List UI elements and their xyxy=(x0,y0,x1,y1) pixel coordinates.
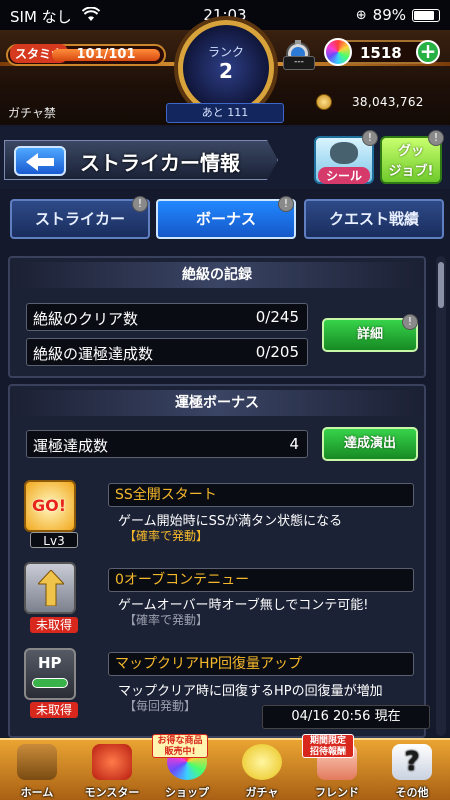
tab-quest-record[interactable]: クエスト戦績 xyxy=(304,199,444,239)
seal-character-icon xyxy=(330,142,358,164)
bonus-trigger-note: 【毎回発動】 xyxy=(124,699,197,713)
battery-icon xyxy=(412,8,440,22)
nav-other[interactable]: ? その他 xyxy=(375,740,449,800)
bonus-level: Lv3 xyxy=(30,532,78,548)
buy-orb-button[interactable]: + xyxy=(416,40,440,64)
stamina-value: 101/101 xyxy=(76,47,136,62)
nav-gacha[interactable]: ガチャ xyxy=(225,740,299,800)
rank-value: 2 xyxy=(219,59,233,83)
goods-label-2: ジョブ! xyxy=(388,164,434,179)
achievement-effect-button[interactable]: 達成演出 xyxy=(322,427,418,461)
other-icon: ? xyxy=(392,744,432,780)
unkyoku-count-value: 4 xyxy=(289,435,299,453)
nav-label: フレンド xyxy=(315,786,359,799)
orb-icon xyxy=(324,38,352,66)
badge-line: お得な商品 xyxy=(157,736,203,746)
battery-percent: 89% xyxy=(372,6,406,24)
alert-icon: ! xyxy=(278,196,294,212)
nav-monster[interactable]: モンスター xyxy=(75,740,149,800)
alert-icon: ! xyxy=(132,196,148,212)
arrow-left-icon xyxy=(26,153,54,171)
bonus-title: SS全開スタート xyxy=(108,483,414,507)
coin-count: 38,043,762 xyxy=(352,95,424,109)
zekkyu-unkyoku-value: 0/205 xyxy=(255,343,299,361)
unkyoku-count-label: 運極達成数 xyxy=(33,437,109,455)
orb-counter[interactable]: 1518 + xyxy=(324,38,440,66)
bonus-trigger-note: 【確率で発動】 xyxy=(124,613,209,627)
zekkyu-unkyoku-label: 絶級の運極達成数 xyxy=(33,345,154,363)
nav-label: ショップ xyxy=(165,786,209,799)
shop-sale-badge: お得な商品 販売中! xyxy=(152,734,208,758)
gacha-icon xyxy=(242,744,282,780)
rotation-lock-icon: ⊕ xyxy=(355,7,367,23)
bonus-trigger-note: 【確率で発動】 xyxy=(124,529,209,543)
tab-striker[interactable]: ストライカー xyxy=(10,199,150,239)
alert-icon: ! xyxy=(362,130,378,146)
scrollbar[interactable] xyxy=(436,256,446,736)
rank-next-exp: あと 111 xyxy=(166,103,284,123)
badge-line: 販売中! xyxy=(164,747,196,757)
gacha-status: ガチャ禁 xyxy=(8,106,56,120)
badge-line: 期間限定 xyxy=(309,736,346,746)
badge-line: 招待報酬 xyxy=(309,747,346,757)
alert-icon: ! xyxy=(428,130,444,146)
continue-arrow-icon xyxy=(24,562,76,614)
hp-recovery-icon: HP xyxy=(24,648,76,700)
bonus-title: マップクリアHP回復量アップ xyxy=(108,652,414,676)
gold-coin-icon xyxy=(316,94,332,110)
alert-icon: ! xyxy=(402,314,418,330)
bonus-title: 0オーブコンテニュー xyxy=(108,568,414,592)
ss-start-icon: GO! xyxy=(24,480,76,532)
ss-start-icon-text: GO! xyxy=(32,496,67,515)
bonus-status: 未取得 xyxy=(30,617,78,633)
tab-bonus[interactable]: ボーナス xyxy=(156,199,296,239)
friend-campaign-badge: 期間限定 招待報酬 xyxy=(302,734,354,758)
seal-label: シール xyxy=(318,167,370,184)
orb-count: 1518 xyxy=(360,44,402,62)
battery-status: ⊕ 89% xyxy=(356,6,440,24)
zekkyu-header: 絶級の記録 xyxy=(10,262,424,288)
rank-badge[interactable]: ランク 2 xyxy=(178,20,274,116)
stamina-gauge[interactable]: スタミナ 101/101 xyxy=(6,44,166,66)
nav-home[interactable]: ホーム xyxy=(0,740,74,800)
nav-label: ガチャ xyxy=(245,786,279,799)
nav-label: ホーム xyxy=(20,786,54,799)
zekkyu-clear-row: 絶級のクリア数 0/245 xyxy=(26,303,308,331)
hp-recovery-icon-text: HP xyxy=(38,654,62,672)
timer-value: --- xyxy=(283,56,315,70)
hp-gauge-icon xyxy=(32,678,68,688)
zekkyu-clear-value: 0/245 xyxy=(255,308,299,326)
page-title: ストライカー情報 xyxy=(80,151,240,175)
monster-icon xyxy=(92,744,132,780)
back-button[interactable] xyxy=(14,146,66,176)
scrollbar-thumb[interactable] xyxy=(438,262,444,308)
bonus-status: 未取得 xyxy=(30,702,78,718)
home-icon xyxy=(17,744,57,780)
nav-label: その他 xyxy=(395,786,429,799)
rank-label: ランク xyxy=(207,45,244,59)
zekkyu-unkyoku-row: 絶級の運極達成数 0/205 xyxy=(26,338,308,366)
zekkyu-clear-label: 絶級のクリア数 xyxy=(33,310,139,328)
unkyoku-count-row: 運極達成数 4 xyxy=(26,430,308,458)
data-timestamp: 04/16 20:56 現在 xyxy=(262,705,430,729)
bonus-header: 運極ボーナス xyxy=(10,390,424,416)
up-arrow-icon xyxy=(38,570,64,606)
nav-label: モンスター xyxy=(84,786,140,799)
